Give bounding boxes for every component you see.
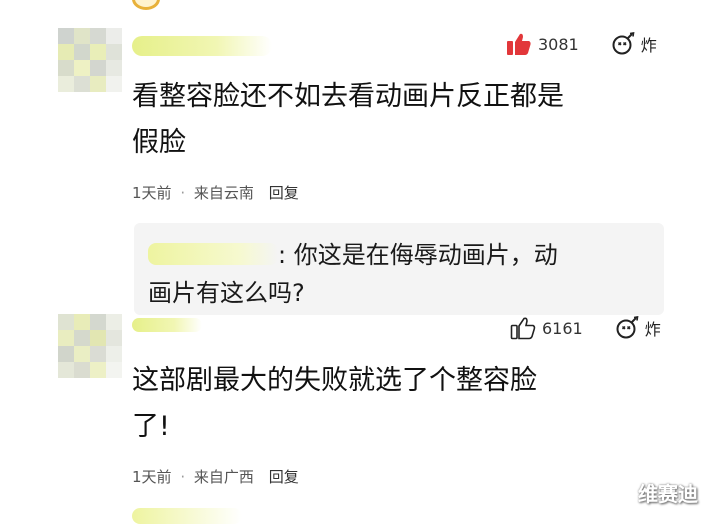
username-blurred[interactable] xyxy=(132,36,272,56)
comment-actions: 6161 炸 xyxy=(510,316,661,340)
comment-text-line: 了! xyxy=(132,411,170,442)
nested-reply-text-1: 你这是在侮辱动画片，动 xyxy=(293,241,558,269)
comment-text-line: 这部剧最大的失败就选了个整容脸 xyxy=(132,365,537,396)
separator-dot: · xyxy=(180,184,186,202)
reply-button[interactable]: 回复 xyxy=(269,184,299,202)
comment-info: 1天前 · 来自广西 回复 xyxy=(132,466,299,487)
like-count: 3081 xyxy=(538,34,579,54)
comment-location: 来自云南 xyxy=(193,184,254,202)
thumbs-up-filled-icon[interactable] xyxy=(506,32,532,56)
avatar[interactable] xyxy=(58,28,122,92)
reply-separator: : xyxy=(278,241,287,269)
watermark: 维赛迪 xyxy=(638,482,698,506)
comment-2: 6161 炸 这部剧最大的失败就选了个整容脸 了! 1天前 · 来自广西 回复 xyxy=(0,300,720,500)
next-reply-blurred xyxy=(132,508,242,524)
reply-username-blurred[interactable] xyxy=(148,243,278,265)
comment-info: 1天前 · 来自云南 回复 xyxy=(132,182,299,203)
comment-actions: 3081 炸 xyxy=(506,32,657,56)
bomb-label[interactable]: 炸 xyxy=(645,316,661,340)
comment-text-line: 假脸 xyxy=(132,127,186,158)
separator-dot: · xyxy=(180,468,186,486)
bomb-icon[interactable] xyxy=(611,32,635,56)
comment-text-line: 看整容脸还不如去看动画片反正都是 xyxy=(132,81,564,112)
thumbs-up-outline-icon[interactable] xyxy=(510,316,536,340)
comment-text: 看整容脸还不如去看动画片反正都是 假脸 xyxy=(132,74,564,166)
comment-time: 1天前 xyxy=(132,468,172,486)
comment-location: 来自广西 xyxy=(193,468,254,486)
comment-text: 这部剧最大的失败就选了个整容脸 了! xyxy=(132,358,537,450)
comment-1: 3081 炸 看整容脸还不如去看动画片反正都是 假脸 1天前 · 来自云南 回复 xyxy=(0,0,720,215)
avatar[interactable] xyxy=(58,314,122,378)
username-blurred[interactable] xyxy=(132,318,202,332)
bomb-label[interactable]: 炸 xyxy=(641,32,657,56)
comment-time: 1天前 xyxy=(132,184,172,202)
bomb-icon[interactable] xyxy=(615,316,639,340)
reply-button[interactable]: 回复 xyxy=(269,468,299,486)
like-count: 6161 xyxy=(542,318,583,338)
